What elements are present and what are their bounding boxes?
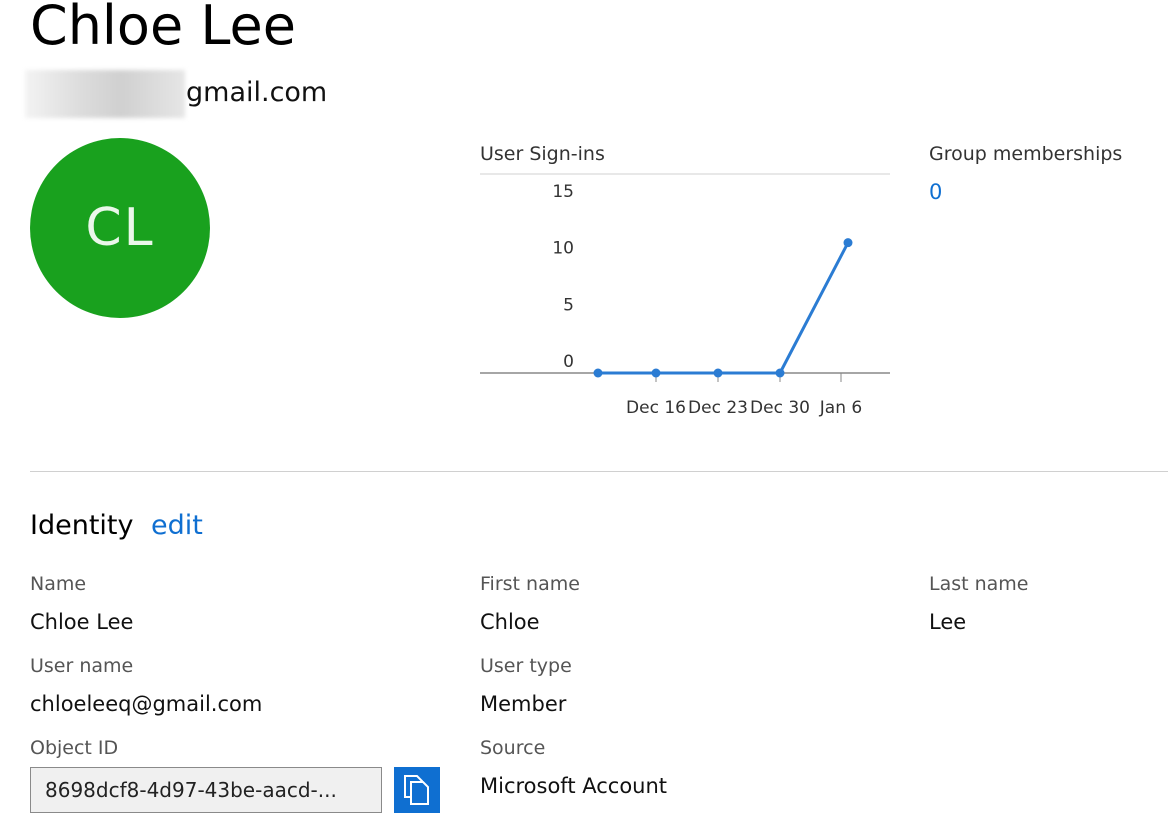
x-tick-label: Jan 6 [819, 398, 862, 418]
object-id-label: Object ID [30, 737, 119, 759]
identity-section-title: Identity [30, 510, 134, 541]
data-point [775, 368, 785, 378]
first-name-label: First name [480, 573, 580, 595]
avatar: CL [30, 138, 210, 318]
data-point [593, 368, 603, 378]
user-type-label: User type [480, 655, 572, 677]
source-link[interactable]: Microsoft Account [480, 772, 667, 800]
signins-title: User Sign-ins [480, 143, 605, 165]
copy-icon [404, 775, 429, 805]
signins-chart[interactable]: 0 5 10 15 Dec 16 Dec 23 Dec 30 Jan 6 [470, 168, 900, 428]
x-tick-label: Dec 16 [626, 398, 686, 418]
x-tick-label: Dec 30 [750, 398, 810, 418]
user-name-value: chloeleeq@gmail.com [30, 692, 263, 716]
user-type-value: Member [480, 692, 567, 716]
user-display-name: Chloe Lee [30, 0, 296, 57]
email-redacted-area [25, 70, 185, 118]
y-tick-label: 10 [552, 239, 574, 259]
identity-edit-link[interactable]: edit [151, 508, 203, 544]
data-point [713, 368, 723, 378]
name-value: Chloe Lee [30, 610, 134, 634]
object-id-field[interactable]: 8698dcf8-4d97-43be-aacd-... [30, 767, 382, 813]
y-tick-label: 0 [563, 352, 574, 372]
x-tick-label: Dec 23 [688, 398, 748, 418]
y-tick-label: 15 [552, 182, 574, 202]
group-memberships-title: Group memberships [929, 143, 1123, 165]
user-email: gmail.com [186, 77, 328, 108]
group-memberships-count[interactable]: 0 [929, 178, 942, 206]
user-name-label: User name [30, 655, 134, 677]
name-label: Name [30, 573, 87, 595]
first-name-value: Chloe [480, 610, 540, 634]
section-divider [30, 471, 1168, 472]
avatar-initials: CL [85, 198, 155, 258]
last-name-value: Lee [929, 610, 967, 634]
data-point [651, 368, 661, 378]
y-tick-label: 5 [563, 295, 574, 315]
copy-object-id-button[interactable] [394, 767, 440, 813]
last-name-label: Last name [929, 573, 1029, 595]
source-label: Source [480, 737, 546, 759]
data-point [843, 238, 853, 248]
series-line [598, 241, 850, 375]
